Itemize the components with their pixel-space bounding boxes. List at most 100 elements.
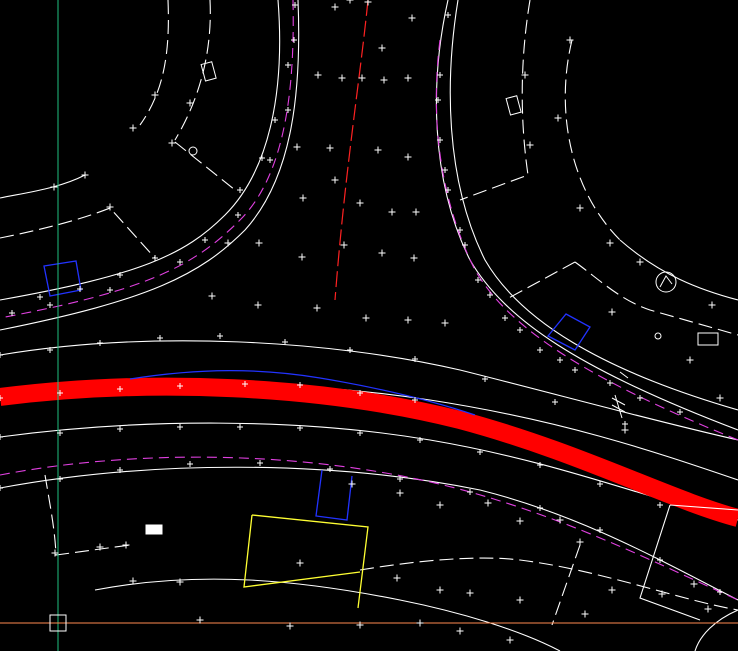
survey-point [362,314,370,322]
left-lot-line-4 [0,207,156,259]
survey-point [404,74,412,82]
survey-point [716,394,724,402]
cad-drawing-canvas[interactable] [0,0,738,651]
survey-point [456,627,464,635]
grid-point [117,426,123,432]
grid-point [37,294,43,300]
survey-point [686,356,694,364]
survey-point [296,559,304,567]
grid-point [657,502,663,508]
grid-point [445,12,451,18]
survey-point [313,304,321,312]
left-lot-line [139,0,169,126]
survey-point [374,146,382,154]
survey-point [331,176,339,184]
hydrant-symbol [188,146,662,419]
left-branch-road [0,0,300,331]
grid-point [657,557,663,563]
grid-point [187,461,193,467]
survey-point [326,144,334,152]
survey-point [516,596,524,604]
grid-point [0,434,3,440]
survey-point [380,76,388,84]
grid-point [97,340,103,346]
grid-point [487,292,493,298]
survey-point [466,589,474,597]
grid-point [237,187,243,193]
grid-point [607,380,613,386]
survey-point [554,114,562,122]
survey-point [129,124,137,132]
hatch-box-symbol [145,61,719,535]
survey-point [581,610,589,618]
survey-point [556,516,564,524]
survey-point [436,586,444,594]
main-road-centerline [0,377,738,527]
grid-point [347,347,353,353]
left-branch-inner [0,0,300,331]
grid-point [572,367,578,373]
grid-point [235,212,241,218]
survey-point [516,517,524,525]
grid-point [0,485,3,491]
blue-parcel-lower [315,469,353,521]
survey-point [416,619,424,627]
survey-point [412,208,420,216]
survey-point [286,622,294,630]
survey-point [388,208,396,216]
survey-point [606,239,614,247]
left-lot-line-2 [174,0,211,141]
survey-point [293,143,301,151]
survey-point [348,480,356,488]
left-lot-line-5 [174,141,236,191]
survey-point [224,239,232,247]
grid-point [285,62,291,68]
left-branch-easement [0,0,294,319]
grid-point [267,157,273,163]
right-lot-line-3 [459,0,531,201]
survey-point [168,139,176,147]
grid-point [517,327,523,333]
survey-point [81,171,89,179]
survey-point [576,204,584,212]
left-branch-outer [0,0,281,301]
grid-point [537,505,543,511]
grid-point [157,335,163,341]
grid-point [622,421,628,427]
grid-point [237,424,243,430]
survey-point [636,258,644,266]
survey-point [608,586,616,594]
survey-point [338,74,346,82]
survey-point [340,241,348,249]
grid-point [502,315,508,321]
right-lot-line-2 [619,239,738,301]
right-branch-easement [435,39,738,441]
survey-point [208,292,216,300]
survey-point [346,0,354,4]
survey-point [50,183,58,191]
blue-parcel-right [546,313,591,351]
right-lot-line [564,39,621,241]
blue-parcel-left [43,260,82,297]
survey-point [122,541,130,549]
survey-point [51,549,59,557]
survey-point [299,194,307,202]
survey-point [576,538,584,546]
grid-point [47,302,53,308]
grid-point [537,347,543,353]
grid-point [202,237,208,243]
survey-point [378,249,386,257]
survey-point [484,499,492,507]
lower-lot-line-2 [94,578,561,651]
survey-point [690,580,698,588]
right-lot-line-5 [504,261,576,301]
branch-centerline [334,0,369,301]
survey-point [506,636,514,644]
grid-point [467,489,473,495]
right-branch-outer [449,0,738,411]
survey-point [356,199,364,207]
survey-point [331,3,339,11]
cad-drawing [0,0,738,651]
survey-point [441,319,449,327]
lower-curve [694,609,738,651]
